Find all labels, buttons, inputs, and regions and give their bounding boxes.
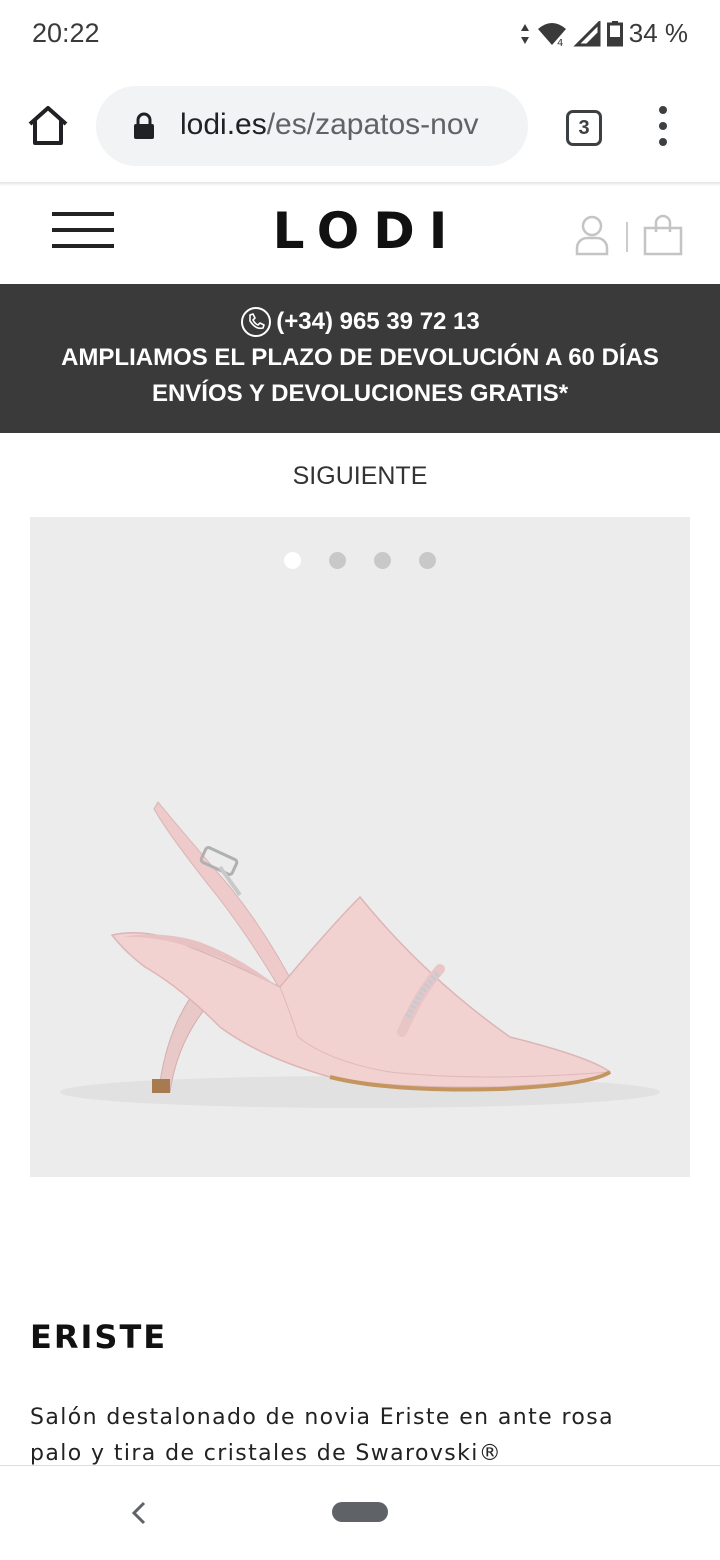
status-icons: 4 34 %: [519, 18, 688, 49]
browser-toolbar: lodi.es/es/zapatos-nov 3: [0, 72, 720, 182]
gallery-dot-3[interactable]: [374, 552, 391, 569]
header-divider: [626, 222, 628, 252]
promo-line-returns: AMPLIAMOS EL PLAZO DE DEVOLUCIÓN A 60 DÍ…: [61, 344, 659, 371]
phone-icon: [241, 307, 272, 337]
status-time: 20:22: [32, 18, 100, 48]
phone-number: (+34) 965 39 72 13: [276, 308, 480, 335]
battery-icon: [606, 20, 623, 46]
gallery-pagination: [30, 552, 690, 569]
data-arrows-icon: [520, 23, 529, 44]
cell-signal-icon: [573, 20, 601, 46]
product-title: ERISTE: [30, 1318, 168, 1356]
system-nav-bar: [0, 1465, 720, 1560]
site-header: LODI: [0, 186, 720, 284]
wifi-icon: 4: [537, 22, 566, 47]
phone-line[interactable]: (+34) 965 39 72 13: [0, 306, 720, 338]
signal-badge: 4: [557, 38, 563, 47]
shopping-bag-icon[interactable]: [642, 214, 684, 256]
gallery-dot-1[interactable]: [284, 552, 301, 569]
promo-line-shipping: ENVÍOS Y DEVOLUCIONES GRATIS*: [151, 380, 569, 407]
url-path: /es/zapatos-nov: [266, 108, 479, 141]
tab-switcher-button[interactable]: 3: [566, 110, 602, 146]
site-logo[interactable]: LODI: [0, 202, 720, 260]
promo-banner: (+34) 965 39 72 13 AMPLIAMOS EL PLAZO DE…: [0, 284, 720, 433]
user-account-icon[interactable]: [574, 214, 610, 256]
url-text: lodi.es/es/zapatos-nov: [180, 108, 510, 142]
gallery-dot-2[interactable]: [329, 552, 346, 569]
address-bar[interactable]: lodi.es/es/zapatos-nov: [96, 86, 528, 166]
next-product-link[interactable]: SIGUIENTE: [0, 462, 720, 491]
url-domain: lodi.es: [180, 108, 267, 141]
product-shoe-image: [60, 801, 660, 1108]
home-icon[interactable]: [24, 102, 72, 150]
status-bar: 20:22 4 34 %: [0, 0, 720, 72]
lock-icon: [134, 112, 154, 139]
product-description: Salón destalonado de novia Eriste en ant…: [30, 1405, 615, 1466]
gallery-dot-4[interactable]: [419, 552, 436, 569]
browser-menu-icon[interactable]: [648, 106, 678, 150]
home-gesture-pill[interactable]: [332, 1502, 388, 1522]
product-image-gallery[interactable]: [30, 517, 690, 1177]
back-icon[interactable]: [126, 1498, 150, 1528]
battery-percent: 34 %: [628, 18, 688, 48]
